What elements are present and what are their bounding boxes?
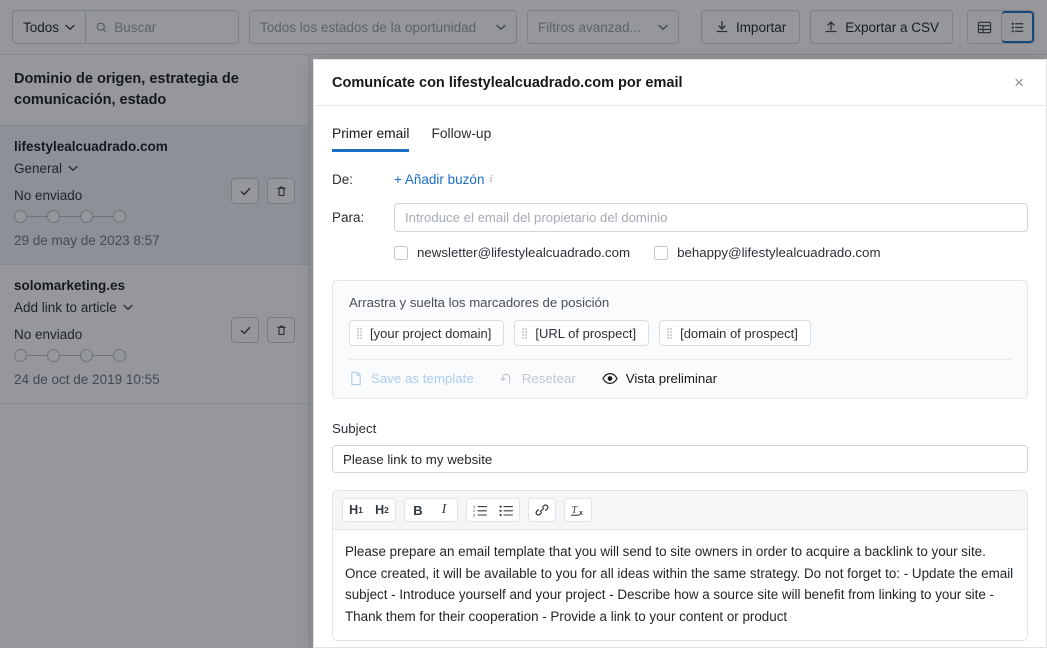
- reset-label: Resetear: [521, 371, 576, 386]
- add-mailbox-button[interactable]: + Añadir buzón: [394, 172, 484, 187]
- to-label: Para:: [332, 210, 365, 225]
- placeholder-chip-label: [domain of prospect]: [680, 325, 798, 341]
- link-icon: [535, 504, 549, 516]
- placeholder-chip-url-prospect[interactable]: [URL of prospect]: [514, 320, 650, 346]
- from-row: De: + Añadir buzón i: [332, 172, 1028, 187]
- subject-label: Subject: [332, 421, 377, 436]
- svg-text:x: x: [579, 510, 583, 517]
- modal-title: Comunícate con lifestylealcuadrado.com p…: [332, 74, 683, 91]
- heading-1-button[interactable]: H1: [343, 499, 369, 521]
- suggestion-checkbox-newsletter[interactable]: newsletter@lifestylealcuadrado.com: [394, 245, 630, 260]
- drag-handle-icon[interactable]: [667, 326, 672, 340]
- heading-group: H1 H2: [342, 498, 396, 522]
- email-outreach-modal: Comunícate con lifestylealcuadrado.com p…: [313, 59, 1047, 648]
- divider: [349, 359, 1011, 360]
- checkbox-icon[interactable]: [394, 245, 408, 260]
- placeholder-chips: [your project domain] [URL of prospect] …: [349, 320, 1011, 346]
- placeholder-actions: Save as template Resetear Vista prelimin…: [349, 371, 1011, 386]
- reset-button[interactable]: Resetear: [500, 371, 576, 386]
- placeholders-panel: Arrastra y suelta los marcadores de posi…: [332, 280, 1028, 399]
- clear-format-button[interactable]: T x: [565, 499, 591, 521]
- email-body-text[interactable]: Please prepare an email template that yo…: [333, 530, 1027, 640]
- placeholders-title: Arrastra y suelta los marcadores de posi…: [349, 295, 610, 310]
- to-suggestions: newsletter@lifestylealcuadrado.com behap…: [394, 245, 1028, 260]
- add-mailbox-label: + Añadir buzón: [394, 172, 485, 187]
- tab-primer-email[interactable]: Primer email: [332, 126, 410, 152]
- modal-tabs: Primer email Follow-up: [314, 106, 1046, 152]
- document-icon: [351, 371, 361, 386]
- to-email-input[interactable]: [394, 203, 1028, 232]
- bullet-list-icon: [499, 505, 513, 516]
- svg-text:T: T: [571, 505, 578, 516]
- editor-toolbar: H1 H2 B I 1 2 3 T x: [333, 491, 1027, 530]
- placeholder-chip-domain-prospect[interactable]: [domain of prospect]: [659, 320, 811, 346]
- placeholder-chip-label: [your project domain]: [370, 325, 492, 341]
- preview-button[interactable]: Vista preliminar: [601, 371, 718, 386]
- text-style-group: B I: [404, 498, 458, 522]
- close-icon[interactable]: ×: [1010, 70, 1028, 95]
- suggestion-email: behappy@lifestylealcuadrado.com: [677, 245, 881, 260]
- drag-handle-icon[interactable]: [357, 326, 362, 340]
- from-label: De:: [332, 172, 354, 187]
- link-group: [528, 498, 556, 522]
- bold-button[interactable]: B: [405, 499, 431, 521]
- ordered-list-button[interactable]: 1 2 3: [467, 499, 493, 521]
- to-row: Para:: [332, 203, 1028, 232]
- clear-format-group: T x: [564, 498, 592, 522]
- list-group: 1 2 3: [466, 498, 520, 522]
- undo-icon: [500, 373, 510, 384]
- placeholder-chip-label: [URL of prospect]: [535, 325, 637, 341]
- svg-text:3: 3: [473, 512, 476, 517]
- eye-icon: [601, 373, 618, 384]
- checkbox-icon[interactable]: [654, 245, 669, 260]
- preview-label: Vista preliminar: [625, 371, 718, 386]
- save-as-template-button[interactable]: Save as template: [349, 371, 474, 386]
- placeholder-chip-project-domain[interactable]: [your project domain]: [349, 320, 505, 346]
- clear-format-icon: T x: [570, 505, 583, 517]
- heading-2-button[interactable]: H2: [369, 499, 395, 521]
- suggestion-email: newsletter@lifestylealcuadrado.com: [417, 245, 631, 260]
- info-icon[interactable]: i: [484, 173, 497, 186]
- drag-handle-icon[interactable]: [522, 326, 527, 340]
- subject-input[interactable]: [332, 445, 1028, 473]
- suggestion-checkbox-behappy[interactable]: behappy@lifestylealcuadrado.com: [654, 245, 881, 260]
- tab-follow-up[interactable]: Follow-up: [431, 126, 491, 152]
- link-button[interactable]: [529, 499, 555, 521]
- modal-header: Comunícate con lifestylealcuadrado.com p…: [314, 60, 1046, 106]
- modal-body: De: + Añadir buzón i Para: newsletter@li…: [314, 152, 1046, 641]
- bullet-list-button[interactable]: [493, 499, 519, 521]
- ordered-list-icon: 1 2 3: [473, 504, 487, 517]
- email-body-editor: H1 H2 B I 1 2 3 T x Please prepare an em…: [332, 490, 1028, 641]
- italic-button[interactable]: I: [431, 499, 457, 521]
- save-as-template-label: Save as template: [371, 371, 474, 386]
